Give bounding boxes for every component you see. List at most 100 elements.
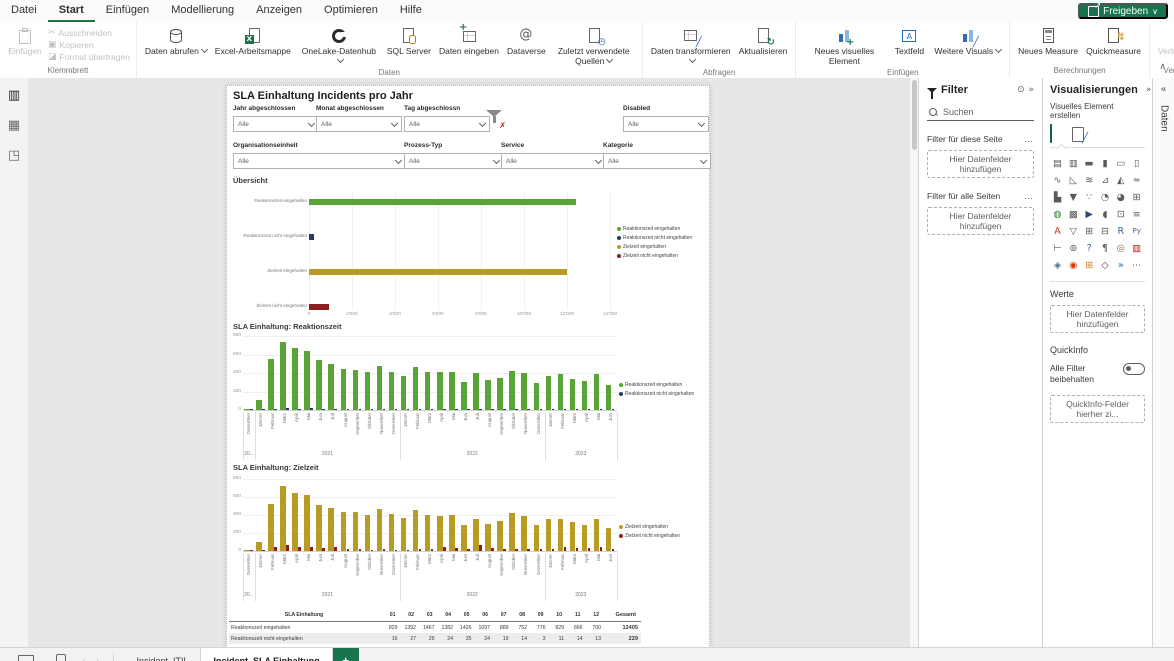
bar[interactable] xyxy=(455,409,458,410)
bar[interactable] xyxy=(334,409,337,410)
bar[interactable] xyxy=(389,514,395,551)
bar[interactable] xyxy=(309,304,329,310)
legend-item[interactable]: Reaktionszeit nicht eingehalten xyxy=(617,235,692,241)
bar[interactable] xyxy=(419,549,422,551)
bar[interactable] xyxy=(564,547,567,551)
bar[interactable] xyxy=(262,409,265,410)
transform-data-button[interactable]: Daten transformieren xyxy=(647,25,735,67)
quickinfo-well[interactable]: QuickInfo-Felder hierher zi... xyxy=(1050,395,1145,423)
qa-visual-icon[interactable]: ? xyxy=(1082,241,1097,255)
bar[interactable] xyxy=(570,379,576,410)
bar[interactable] xyxy=(268,359,274,410)
more-options-icon[interactable]: … xyxy=(1024,191,1034,201)
bar[interactable] xyxy=(244,409,250,410)
bar[interactable] xyxy=(304,495,310,551)
bar[interactable] xyxy=(316,360,322,410)
legend-item[interactable]: Reaktionszeit eingehalten xyxy=(617,226,692,232)
100-stacked-column-chart-icon[interactable]: ▯ xyxy=(1129,156,1144,170)
keep-all-filters-toggle[interactable] xyxy=(1123,363,1145,375)
bar[interactable] xyxy=(371,409,374,410)
slicer-dropdown-organisationseinheit[interactable]: Alle xyxy=(233,153,406,169)
recent-sources-button[interactable]: Zuletzt verwendete Quellen xyxy=(550,25,638,67)
bar[interactable] xyxy=(479,409,482,410)
excel-button[interactable]: Excel-Arbeitsmappe xyxy=(211,25,295,58)
slicer-dropdown-disabled[interactable]: Alle xyxy=(623,116,709,132)
bar[interactable] xyxy=(600,409,603,410)
bar[interactable] xyxy=(244,550,250,551)
bar[interactable] xyxy=(377,509,383,551)
bar[interactable] xyxy=(546,376,552,410)
bar[interactable] xyxy=(503,549,506,551)
bar[interactable] xyxy=(316,505,322,551)
gauge-icon[interactable]: ◖ xyxy=(1097,207,1112,221)
data-view-icon[interactable]: ▦ xyxy=(6,118,22,134)
onelake-button[interactable]: OneLake-Datenhub xyxy=(295,25,383,67)
bar[interactable] xyxy=(286,545,289,551)
slicer-dropdown-prozess-typ[interactable]: Alle xyxy=(404,153,504,169)
menu-item-anzeigen[interactable]: Anzeigen xyxy=(245,0,313,22)
bar[interactable] xyxy=(268,504,274,551)
bar[interactable] xyxy=(461,382,467,410)
bar[interactable] xyxy=(473,519,479,551)
page-tab-incident_sla-einhaltung[interactable]: Incident_SLA Einhaltung xyxy=(200,648,332,661)
bar[interactable] xyxy=(479,545,482,551)
menu-item-modellierung[interactable]: Modellierung xyxy=(160,0,245,22)
bar[interactable] xyxy=(341,369,347,410)
bar[interactable] xyxy=(558,519,564,551)
new-measure-button[interactable]: Neues Measure xyxy=(1014,25,1082,58)
bar[interactable] xyxy=(461,525,467,551)
bar[interactable] xyxy=(309,269,567,275)
filters-this-page-well[interactable]: Hier Datenfelder hinzufügen xyxy=(927,150,1034,178)
bar[interactable] xyxy=(443,547,446,551)
bar[interactable] xyxy=(576,409,579,410)
stacked-area-chart-icon[interactable]: ≋ xyxy=(1082,173,1097,187)
bar[interactable] xyxy=(274,547,277,551)
azure-map-icon[interactable]: ▶ xyxy=(1082,207,1097,221)
bar[interactable] xyxy=(413,510,419,551)
slicer-dropdown-jahr-abgeschlossen[interactable]: Alle xyxy=(233,116,319,132)
clustered-column-chart-icon[interactable]: ▮ xyxy=(1097,156,1112,170)
power-apps-icon[interactable]: ◇ xyxy=(1097,258,1112,272)
bar[interactable] xyxy=(473,373,479,410)
format-übertragen-button[interactable]: ◪Format übertragen xyxy=(48,52,130,62)
clear-all-slicers-icon[interactable]: ✗ xyxy=(485,108,505,128)
slicer-dropdown-service[interactable]: Alle xyxy=(501,153,606,169)
bar[interactable] xyxy=(407,550,410,551)
bar[interactable] xyxy=(449,372,455,410)
bar[interactable] xyxy=(485,524,491,551)
bar[interactable] xyxy=(359,409,362,410)
bar[interactable] xyxy=(322,548,325,551)
scatter-chart-icon[interactable]: ∵ xyxy=(1082,190,1097,204)
bar[interactable] xyxy=(395,409,398,410)
slicer-dropdown-monat-abgeschlossen[interactable]: Alle xyxy=(316,116,402,132)
bar[interactable] xyxy=(383,409,386,410)
new-page-button[interactable]: + xyxy=(333,648,359,661)
bar[interactable] xyxy=(540,549,543,551)
multi-row-card-icon[interactable]: ≡ xyxy=(1129,207,1144,221)
bar[interactable] xyxy=(497,378,503,410)
bar[interactable] xyxy=(341,512,347,551)
map-icon[interactable]: ◍ xyxy=(1050,207,1065,221)
collapse-pane-icon[interactable]: » xyxy=(1146,85,1152,95)
paste-button[interactable]: Einfügen xyxy=(4,25,46,58)
menu-item-optimieren[interactable]: Optimieren xyxy=(313,0,389,22)
bar[interactable] xyxy=(401,376,407,410)
slicer-dropdown-kategorie[interactable]: Alle xyxy=(603,153,711,169)
bar[interactable] xyxy=(250,550,253,551)
python-visual-icon[interactable]: Py xyxy=(1129,224,1144,238)
slicer-dropdown-tag-abgeschlossn[interactable]: Alle xyxy=(404,116,490,132)
bar[interactable] xyxy=(521,516,527,551)
werte-well[interactable]: Hier Datenfelder hinzufügen xyxy=(1050,305,1145,333)
data-pane-collapsed[interactable]: « Daten xyxy=(1152,78,1174,647)
bar[interactable] xyxy=(552,409,555,410)
bar[interactable] xyxy=(425,372,431,410)
matrix-icon[interactable]: ⊟ xyxy=(1097,224,1112,238)
bar[interactable] xyxy=(280,486,286,551)
filter-search-input[interactable]: Suchen xyxy=(927,104,1034,121)
paginated-report-icon[interactable]: ▥ xyxy=(1129,241,1144,255)
bar[interactable] xyxy=(310,408,313,410)
enter-data-button[interactable]: Daten eingeben xyxy=(435,25,503,58)
smart-narrative-icon[interactable]: ¶ xyxy=(1097,241,1112,255)
bar[interactable] xyxy=(455,548,458,551)
sql-server-button[interactable]: SQL Server xyxy=(383,25,435,58)
